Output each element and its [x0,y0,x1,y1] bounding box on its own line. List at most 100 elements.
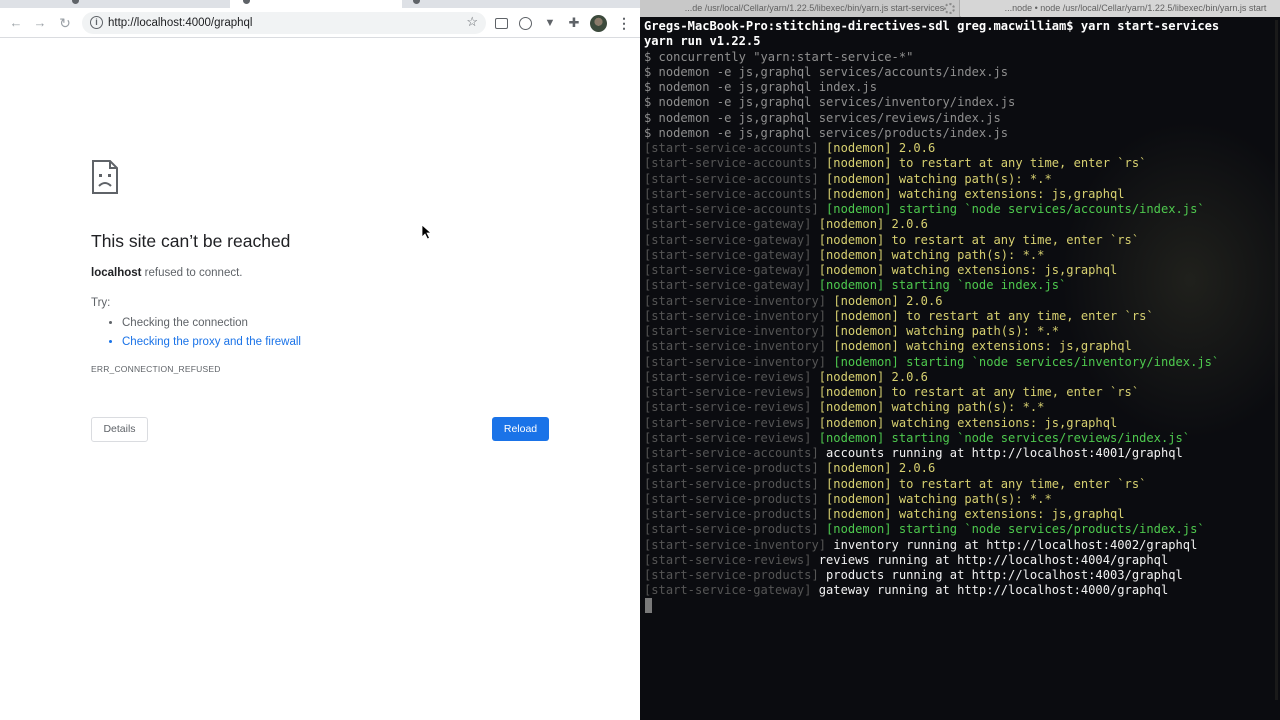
terminal-line: [start-service-gateway] [nodemon] to res… [644,233,1274,248]
terminal-line-segment: [start-service-gateway] [644,217,819,232]
back-arrow-icon[interactable]: ← [7,14,25,32]
error-code: ERR_CONNECTION_REFUSED [91,364,221,374]
terminal-line: [start-service-accounts] accounts runnin… [644,446,1274,461]
terminal-line-segment: [nodemon] watching path(s): *.* [826,171,1052,186]
terminal-line: [start-service-products] [nodemon] watch… [644,492,1274,507]
terminal-scrollbar[interactable] [1275,20,1278,700]
terminal-line: $ concurrently "yarn:start-service-*" [644,50,1274,65]
details-button[interactable]: Details [91,417,148,442]
terminal-line: Gregs-MacBook-Pro:stitching-directives-s… [644,19,1274,34]
terminal-line-segment: $ concurrently "yarn:start-service-*" [644,49,914,64]
terminal-tab-2[interactable]: ...node • node /usr/local/Cellar/yarn/1.… [961,0,1280,17]
terminal-tab-1[interactable]: ...de /usr/local/Cellar/yarn/1.22.5/libe… [640,0,960,17]
terminal-line-segment: [start-service-reviews] [644,400,819,415]
terminal-line: $ nodemon -e js,graphql services/invento… [644,95,1274,110]
terminal-line-segment: [nodemon] to restart at any time, enter … [833,308,1154,323]
terminal-line-segment: [start-service-accounts] [644,156,827,171]
suggestion-check-connection: Checking the connection [122,314,301,333]
vue-devtools-icon[interactable]: ▼ [542,15,558,31]
terminal-line-segment: [start-service-products] [644,507,827,521]
terminal-line: [start-service-gateway] [nodemon] watchi… [644,248,1274,263]
terminal-output[interactable]: Gregs-MacBook-Pro:stitching-directives-s… [644,19,1274,599]
terminal-line-segment: [start-service-gateway] [644,247,819,262]
terminal-line: [start-service-reviews] reviews running … [644,553,1274,568]
terminal-line-segment: [start-service-inventory] [644,293,834,308]
terminal-line-segment: [nodemon] to restart at any time, enter … [826,156,1147,171]
terminal-line-segment: [start-service-accounts] [644,171,827,186]
mouse-cursor-icon [421,224,433,240]
terminal-line-segment: [start-service-products] [644,491,827,506]
puzzle-icon[interactable]: ✚ [566,15,582,31]
terminal-line: [start-service-accounts] [nodemon] 2.0.6 [644,141,1274,156]
terminal-line-segment: [start-service-inventory] [644,354,834,369]
terminal-line-segment: [nodemon] watching path(s): *.* [833,324,1060,338]
terminal-line-segment: [nodemon] to restart at any time, enter … [826,476,1147,491]
reload-icon[interactable]: ↻ [56,14,74,32]
terminal-line-segment: $ nodemon -e js,graphql services/product… [644,125,1009,140]
terminal-line: [start-service-inventory] inventory runn… [644,538,1274,553]
sad-document-icon [92,160,118,194]
vpn-icon[interactable] [519,17,532,30]
address-url[interactable]: http://localhost:4000/graphql [108,15,253,31]
avatar[interactable] [590,15,607,32]
terminal-line-segment: yarn run v1.22.5 [644,34,761,49]
terminal-line-segment: [nodemon] 2.0.6 [833,293,943,308]
terminal-line-segment: [nodemon] starting `node index.js` [818,278,1067,293]
terminal-line-segment: Gregs-MacBook-Pro:stitching-directives-s… [644,19,1220,33]
terminal-line-segment: [start-service-products] [644,461,827,476]
terminal-line: [start-service-products] [nodemon] watch… [644,507,1274,522]
terminal-line-segment: [nodemon] watching extensions: js,graphq… [818,415,1118,430]
terminal-line-segment: [start-service-inventory] [644,339,834,354]
terminal-line-segment: inventory running at http://localhost:40… [833,537,1198,552]
terminal-line: [start-service-accounts] [nodemon] to re… [644,156,1274,171]
terminal-line: [start-service-inventory] [nodemon] watc… [644,324,1274,339]
terminal-line-segment: [start-service-inventory] [644,308,834,323]
terminal-line-segment: gateway running at http://localhost:4000… [818,583,1169,598]
terminal-line: [start-service-products] [nodemon] to re… [644,477,1274,492]
terminal-line-segment: [nodemon] starting `node services/produc… [826,522,1205,537]
terminal-line: [start-service-products] [nodemon] start… [644,522,1274,537]
terminal-line-segment: [nodemon] 2.0.6 [826,141,936,155]
terminal-line-segment: [nodemon] starting `node services/accoun… [826,202,1205,216]
browser-tab-active[interactable] [230,0,402,8]
spinner-icon [944,3,955,14]
browser-tab-strip [0,0,640,8]
terminal-line: $ nodemon -e js,graphql index.js [644,80,1274,95]
terminal-line-segment: [start-service-accounts] [644,141,827,155]
terminal-line: [start-service-products] [nodemon] 2.0.6 [644,461,1274,476]
tab-favicon[interactable] [413,0,420,4]
error-message: refused to connect. [141,267,243,279]
terminal-line-segment: [nodemon] 2.0.6 [818,217,928,232]
terminal-line-segment: $ nodemon -e js,graphql services/invento… [644,95,1016,110]
terminal-line-segment: [start-service-reviews] [644,552,819,567]
terminal-line: yarn run v1.22.5 [644,34,1274,49]
terminal-line: $ nodemon -e js,graphql services/product… [644,126,1274,141]
terminal-line-segment: [nodemon] watching path(s): *.* [818,247,1045,262]
extension-icon[interactable] [495,18,508,29]
menu-icon[interactable]: ⋮ [616,15,632,31]
terminal-line-segment: [start-service-gateway] [644,278,819,293]
terminal-line-segment: $ nodemon -e js,graphql services/account… [644,64,1009,79]
terminal-line-segment: [nodemon] watching path(s): *.* [826,491,1052,506]
error-host: localhost [91,267,142,279]
terminal-line: [start-service-gateway] gateway running … [644,583,1274,598]
terminal-line-segment: [nodemon] watching path(s): *.* [818,400,1045,415]
info-icon[interactable]: i [90,16,103,29]
terminal-line: [start-service-inventory] [nodemon] star… [644,355,1274,370]
address-bar[interactable]: i http://localhost:4000/graphql ☆ [82,12,486,34]
tab-favicon[interactable] [72,0,79,4]
reload-button[interactable]: Reload [492,417,549,441]
forward-arrow-icon[interactable]: → [31,14,49,32]
terminal-line-segment: [nodemon] 2.0.6 [826,461,936,476]
terminal-cursor [645,598,652,613]
terminal-line-segment: products running at http://localhost:400… [826,568,1183,582]
terminal-line: [start-service-reviews] [nodemon] watchi… [644,400,1274,415]
terminal-line-segment: $ nodemon -e js,graphql services/reviews… [644,110,1001,125]
terminal-line-segment: [start-service-products] [644,568,827,582]
error-description: localhost refused to connect. [91,267,243,279]
star-icon[interactable]: ☆ [466,14,478,30]
terminal-line-segment: [start-service-reviews] [644,369,819,384]
terminal-line-segment: [nodemon] watching extensions: js,graphq… [826,507,1125,521]
suggestion-check-proxy-link[interactable]: Checking the proxy and the firewall [122,333,301,352]
terminal-line: [start-service-products] products runnin… [644,568,1274,583]
